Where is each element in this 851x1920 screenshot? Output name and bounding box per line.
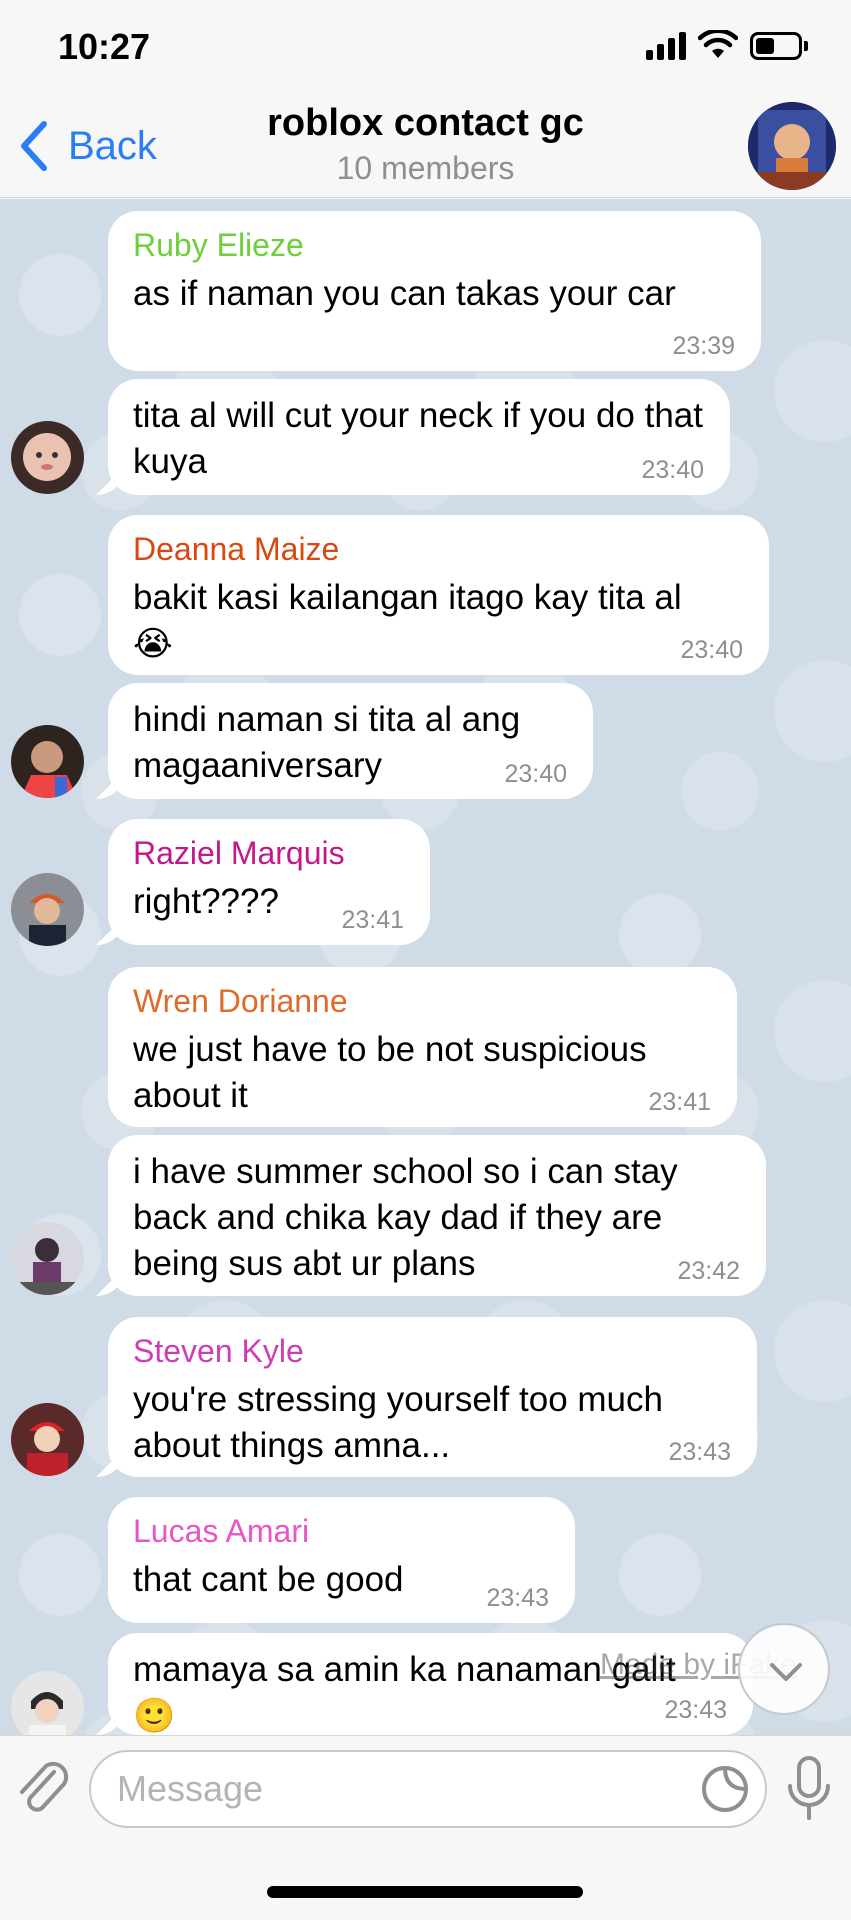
- message-time: 23:43: [486, 1584, 549, 1612]
- avatar[interactable]: [11, 1403, 84, 1476]
- sender-name: Deanna Maize: [133, 531, 340, 567]
- message-time: 23:42: [677, 1257, 740, 1285]
- message-text: you're stressing yourself too much about…: [133, 1380, 673, 1465]
- message-bubble[interactable]: i have summer school so i can stay back …: [108, 1135, 766, 1296]
- message-bubble[interactable]: tita al will cut your neck if you do tha…: [108, 379, 730, 495]
- message-bubble[interactable]: Lucas Amari that cant be good 23:43: [108, 1497, 575, 1623]
- message-text: i have summer school so i can stay back …: [133, 1152, 688, 1283]
- avatar[interactable]: [11, 421, 84, 494]
- chat-title[interactable]: roblox contact gc: [0, 102, 851, 145]
- composer-bar: [0, 1735, 851, 1920]
- message-bubble[interactable]: Steven Kyle you're stressing yourself to…: [108, 1317, 757, 1477]
- sender-name: Steven Kyle: [133, 1333, 304, 1369]
- message-text: mamaya sa amin ka nanaman galit: [133, 1650, 676, 1689]
- message-time: 23:40: [641, 456, 704, 484]
- message-text: we just have to be not suspicious about …: [133, 1030, 657, 1115]
- sender-name: Ruby Elieze: [133, 227, 304, 263]
- message-time: 23:40: [680, 636, 743, 664]
- group-avatar[interactable]: [748, 102, 836, 190]
- message-bubble[interactable]: Raziel Marquis right???? 23:41: [108, 819, 430, 945]
- wifi-icon: [698, 30, 738, 58]
- member-count: 10 members: [336, 150, 515, 186]
- chevron-down-icon: [770, 1663, 802, 1681]
- message-time: 23:39: [672, 332, 735, 360]
- sender-name: Wren Dorianne: [133, 983, 348, 1019]
- message-bubble[interactable]: Ruby Elieze as if naman you can takas yo…: [108, 211, 761, 371]
- message-bubble[interactable]: Deanna Maize bakit kasi kailangan itago …: [108, 515, 769, 675]
- message-time: 23:43: [664, 1696, 727, 1724]
- message-time: 23:40: [504, 760, 567, 788]
- message-text: as if naman you can takas your car: [133, 274, 676, 313]
- avatar[interactable]: [11, 873, 84, 946]
- signal-icon: [646, 32, 690, 60]
- avatar[interactable]: [11, 725, 84, 798]
- avatar[interactable]: [11, 1222, 84, 1295]
- microphone-icon[interactable]: [784, 1754, 834, 1824]
- avatar[interactable]: [11, 1671, 84, 1735]
- message-bubble[interactable]: hindi naman si tita al ang magaaniversar…: [108, 683, 593, 799]
- message-list[interactable]: Ruby Elieze as if naman you can takas yo…: [0, 199, 851, 1735]
- message-text: bakit kasi kailangan itago kay tita al: [133, 578, 682, 617]
- message-time: 23:43: [668, 1438, 731, 1466]
- scroll-down-button[interactable]: [738, 1623, 830, 1715]
- status-bar: 10:27: [0, 0, 851, 100]
- crying-face-emoji: 😭: [133, 625, 173, 663]
- sender-name: Raziel Marquis: [133, 835, 345, 871]
- message-bubble[interactable]: Wren Dorianne we just have to be not sus…: [108, 967, 737, 1127]
- paperclip-icon[interactable]: [14, 1756, 70, 1818]
- slightly-smiling-face-emoji: 🙂: [133, 1697, 176, 1735]
- home-indicator[interactable]: [267, 1886, 583, 1898]
- message-text: tita al will cut your neck if you do tha…: [133, 396, 713, 481]
- status-time: 10:27: [58, 26, 151, 67]
- message-input[interactable]: [89, 1750, 767, 1828]
- sticker-icon[interactable]: [700, 1764, 750, 1814]
- sender-name: Lucas Amari: [133, 1513, 310, 1549]
- message-time: 23:41: [648, 1088, 711, 1116]
- chat-header: Back roblox contact gc 10 members: [0, 100, 851, 198]
- battery-icon: [750, 32, 808, 60]
- message-time: 23:41: [341, 906, 404, 934]
